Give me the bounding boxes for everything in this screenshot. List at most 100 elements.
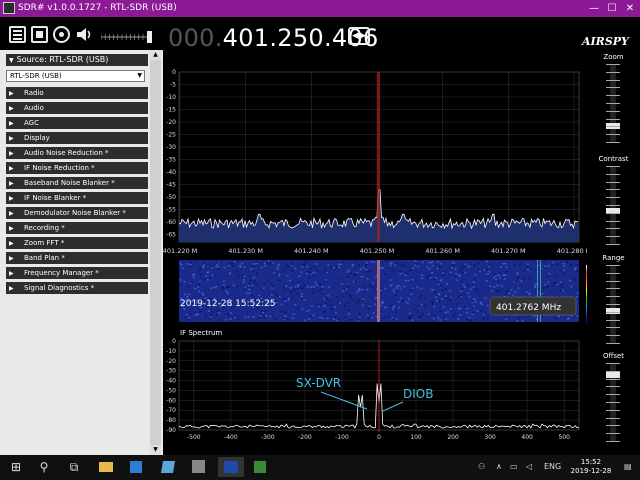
task-view-icon[interactable]: ⧉ [66,459,82,475]
spectrum-y-tick: -50 [166,194,176,201]
spectrum-x-tick: 401.240 M [294,247,329,255]
if-y-tick: -10 [166,348,176,355]
stop-icon[interactable] [31,26,48,43]
panel-item-band-plan[interactable]: ▶ Band Plan * [6,252,148,264]
maximize-icon[interactable]: ☐ [602,0,622,17]
menu-icon[interactable] [9,26,26,43]
slider-tick [606,280,620,282]
expand-arrow-icon: ▶ [9,285,14,292]
offset-slider-thumb[interactable] [606,372,620,378]
collapse-down-icon: ▼ [9,57,14,64]
center-frequency-line[interactable] [377,72,380,242]
slider-tick [606,441,620,442]
folder-icon[interactable] [98,459,114,475]
source-panel-header[interactable]: ▼ Source: RTL-SDR (USB) [6,54,148,66]
people-icon[interactable]: ⚇ [478,462,485,471]
volume-slider[interactable] [100,29,159,43]
clock[interactable]: 15:52 2019-12-28 [566,458,616,476]
store-icon[interactable] [128,459,144,475]
if-y-tick: -20 [166,358,176,365]
panel-item-signal-diagnostics[interactable]: ▶ Signal Diagnostics * [6,282,148,294]
clock-time: 15:52 [580,458,602,466]
panel-item-agc[interactable]: ▶ AGC [6,117,148,129]
slider-tick [606,363,620,364]
expand-arrow-icon: ▶ [9,150,14,157]
spectrum-x-tick: 401.270 M [491,247,526,255]
expand-arrow-icon: ▶ [9,120,14,127]
panel-item-baseband-noise-blanker[interactable]: ▶ Baseband Noise Blanker * [6,177,148,189]
expand-arrow-icon: ▶ [9,165,14,172]
panel-item-label: Audio Noise Reduction * [24,149,109,157]
windows-start-icon[interactable]: ⊞ [8,459,24,475]
app-icon-3[interactable] [252,459,268,475]
panel-item-label: Display [24,134,50,142]
app-icon-2[interactable] [190,459,206,475]
slider-tick [606,103,620,104]
panel-item-label: Demodulator Noise Blanker * [24,209,126,217]
gear-icon[interactable] [53,26,70,43]
if-x-tick: 100 [410,434,422,441]
annotation-diob: DIOB [403,387,433,401]
source-select-value: RTL-SDR (USB) [10,72,62,80]
panel-item-radio[interactable]: ▶ Radio [6,87,148,99]
notification-icon[interactable]: ▤ [624,462,632,471]
chevron-up-icon[interactable]: ∧ [496,462,502,471]
slider-tick [606,64,620,65]
panel-item-if-noise-reduction[interactable]: ▶ IF Noise Reduction * [6,162,148,174]
range-label: Range [602,254,625,262]
swap-arrows-icon[interactable]: ◀▶ [348,27,370,45]
source-select[interactable]: RTL-SDR (USB) ▼ [6,70,145,82]
panel-scrollbar[interactable]: ▲ ▼ [150,50,161,455]
slider-tick [606,327,620,329]
slider-tick [606,166,620,167]
spectrum-y-tick: -30 [166,144,176,151]
slider-tick [606,288,620,290]
slider-tick [606,394,620,396]
if-x-tick: -300 [261,434,275,441]
sdrsharp-task-icon[interactable] [218,457,244,477]
panel-item-label: Signal Diagnostics * [24,284,95,292]
spectrum-y-tick: -65 [166,232,176,239]
spectrum-y-tick: 0 [172,69,176,76]
panel-item-audio-noise-reduction[interactable]: ▶ Audio Noise Reduction * [6,147,148,159]
panel-item-display[interactable]: ▶ Display [6,132,148,144]
scroll-up-icon[interactable]: ▲ [150,50,161,60]
panel-item-frequency-manager[interactable]: ▶ Frequency Manager * [6,267,148,279]
zoom-label: Zoom [603,53,624,61]
airspy-logo: AIRSPY [582,35,629,48]
slider-tick [606,433,620,435]
main-display[interactable]: 0-5-10-15-20-25-30-35-40-45-50-55-60-65 … [163,57,587,455]
panel-item-recording[interactable]: ▶ Recording * [6,222,148,234]
expand-arrow-icon: ▶ [9,240,14,247]
if-spectrum-title: IF Spectrum [180,329,222,337]
panel-item-zoom-fft[interactable]: ▶ Zoom FFT * [6,237,148,249]
contrast-label: Contrast [598,155,629,163]
app-icon-1[interactable] [160,459,176,475]
slider-tick [606,134,620,136]
network-icon[interactable]: ▭ [510,462,518,471]
minimize-icon[interactable]: — [584,0,604,17]
taskbar: ⊞ ⚲ ⧉ ⚇ ∧ ▭ ◁ ENG 15:52 2019-12-28 ▤ [0,455,640,480]
spectrum-y-tick: -15 [166,107,176,114]
annotation-sx-dvr: SX-DVR [296,376,341,390]
volume-icon[interactable]: ◁ [526,462,532,471]
spectrum-y-tick: -60 [166,219,176,226]
speaker-icon[interactable] [75,26,92,43]
slider-tick [606,205,620,206]
spectrum-y-tick: -5 [170,82,176,89]
spectrum-y-tick: -35 [166,157,176,164]
right-controls: Zoom Contrast Range Offset [587,50,640,455]
close-icon[interactable]: ✕ [620,0,640,17]
search-icon[interactable]: ⚲ [36,459,52,475]
panel-item-if-noise-blanker[interactable]: ▶ IF Noise Blanker * [6,192,148,204]
spectrum-x-tick: 401.230 M [228,247,263,255]
panel-item-demodulator-noise-blanker[interactable]: ▶ Demodulator Noise Blanker * [6,207,148,219]
slider-tick [606,110,620,112]
spectrum-x-tick: 401.280 M [557,247,587,255]
scroll-down-icon[interactable]: ▼ [150,445,161,455]
language-indicator[interactable]: ENG [544,462,561,471]
waterfall[interactable]: 2019-12-28 15:52:25 401.2762 MHz [179,260,579,322]
panel-item-audio[interactable]: ▶ Audio [6,102,148,114]
chevron-down-icon: ▼ [137,72,142,79]
slider-tick [606,296,620,298]
